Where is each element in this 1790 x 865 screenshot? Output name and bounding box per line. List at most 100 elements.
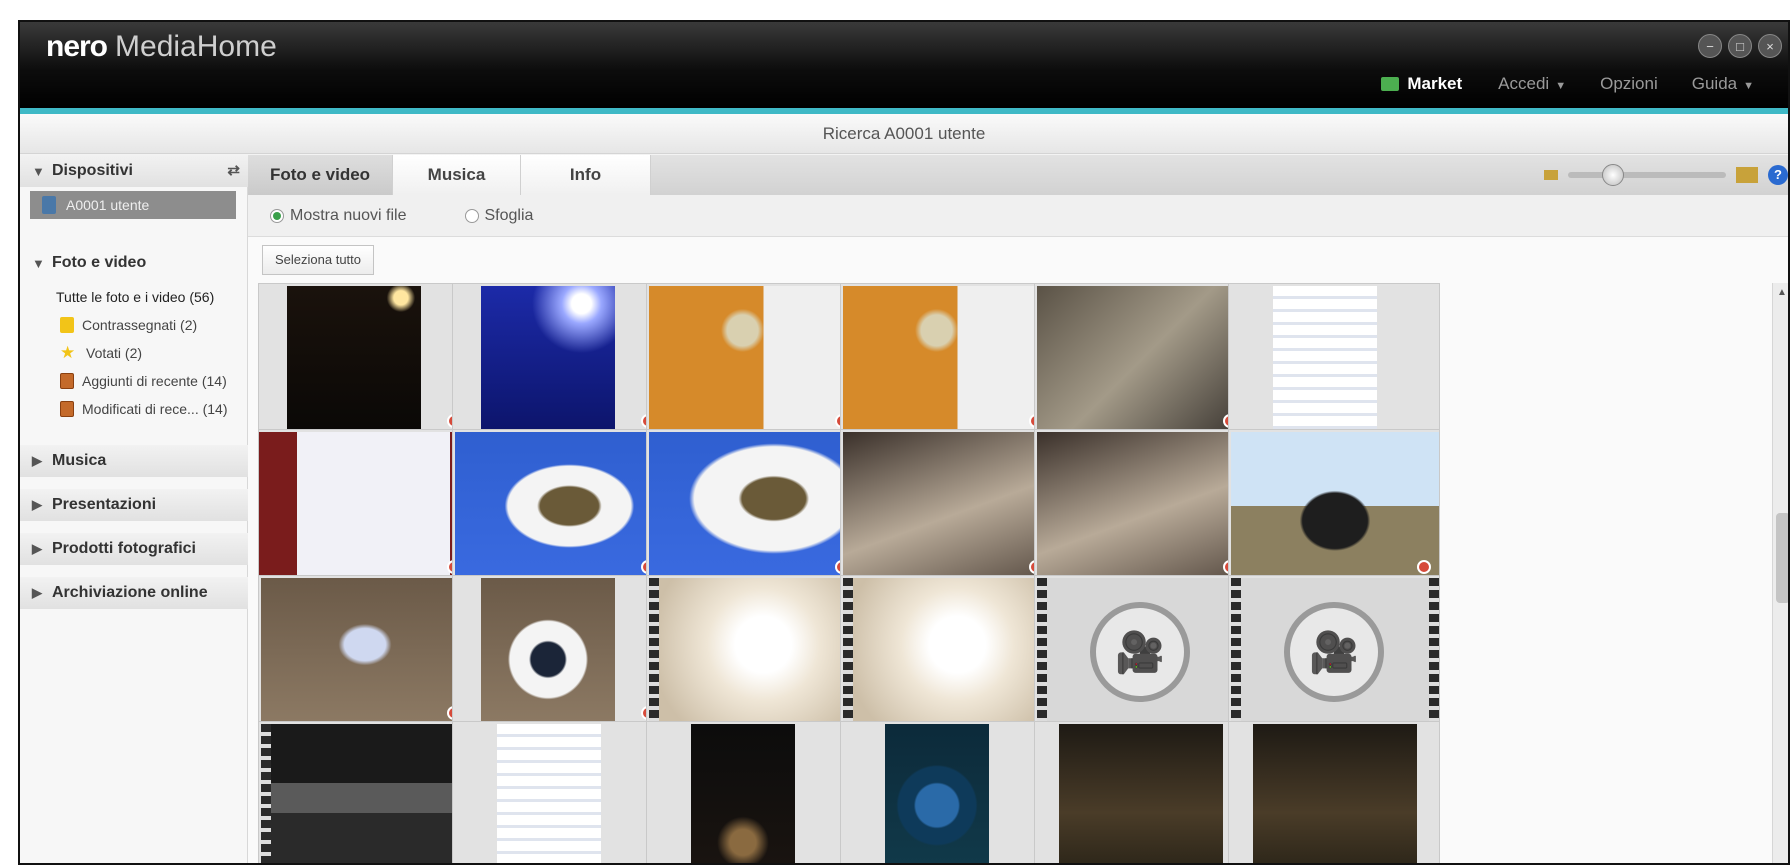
select-all-button[interactable]: Seleziona tutto [262,245,375,275]
photo-thumbnail[interactable] [1228,429,1440,583]
tab-bar: Foto e video Musica Info ? [248,155,1788,195]
caret-down-icon: ▼ [1743,80,1754,92]
sidebar-section-online-storage[interactable]: ▶ Archiviazione online [20,577,248,609]
maximize-button[interactable]: □ [1728,34,1752,58]
scrollbar-thumb[interactable] [1776,513,1788,603]
thumbnail-image [1037,286,1245,434]
photos-list: Tutte le foto e i video (56) Contrassegn… [20,283,248,423]
sidebar-item-label: Contrassegnati (2) [82,317,198,333]
thumbnail-image [1037,432,1245,580]
sidebar-section-label: Foto e video [52,254,147,271]
scroll-up-icon[interactable]: ▲ [1777,287,1787,298]
photo-thumbnail[interactable] [1228,721,1440,863]
radio-browse[interactable] [464,208,479,223]
sidebar-item-rated[interactable]: ★ Votati (2) [20,339,248,367]
tab-photos-videos[interactable]: Foto e video [248,155,393,195]
sidebar-item-all[interactable]: Tutte le foto e i video (56) [20,283,248,311]
radio-browse-label: Sfoglia [484,206,534,224]
sidebar-item-label: Tutte le foto e i video (56) [56,289,215,305]
thumbnail-image [649,286,857,434]
menu-opzioni[interactable]: Opzioni [1600,74,1658,94]
sidebar-item-device[interactable]: A0001 utente [30,191,236,219]
market-icon [1381,77,1400,91]
photo-thumbnail[interactable] [1034,283,1246,437]
sidebar-section-label: Archiviazione online [52,584,208,601]
phone-icon [42,196,56,214]
video-thumbnail[interactable] [646,575,858,729]
photo-thumbnail[interactable] [1034,429,1246,583]
photo-thumbnail[interactable] [452,721,664,863]
photo-thumbnail[interactable] [258,575,470,729]
photo-thumbnail[interactable] [646,429,858,583]
menu-guida[interactable]: Guida ▼ [1692,74,1754,94]
thumbnail-image [649,578,857,726]
photo-thumbnail[interactable] [452,575,664,729]
video-thumbnail[interactable]: 🎥 [1228,575,1440,729]
thumbnail-image [259,432,471,580]
photo-thumbnail[interactable] [1034,721,1246,863]
added-icon [60,373,74,389]
market-button[interactable]: Market [1381,74,1462,94]
sidebar-item-recent-modified[interactable]: Modificati di rece... (14) [20,395,248,423]
minimize-button[interactable]: − [1698,34,1722,58]
photo-thumbnail[interactable] [1228,283,1440,437]
tab-info[interactable]: Info [521,155,651,195]
sidebar-item-label: Aggiunti di recente (14) [82,373,227,389]
zoom-slider[interactable] [1568,164,1726,186]
photo-thumbnail[interactable] [452,429,664,583]
app-window: nero MediaHome − □ × Market Accedi ▼ Opzio… [18,20,1790,865]
sidebar-item-recent-added[interactable]: Aggiunti di recente (14) [20,367,248,395]
radio-show-new-label: Mostra nuovi file [290,206,407,224]
video-thumbnail[interactable]: 🎥 [1034,575,1246,729]
thumbnail-image [843,286,1051,434]
photo-thumbnail[interactable] [452,283,664,437]
sidebar-item-label: Modificati di rece... (14) [82,401,228,417]
market-label: Market [1407,74,1463,93]
photo-thumbnail[interactable] [840,429,1052,583]
sidebar-section-music[interactable]: ▶ Musica [20,445,248,477]
video-camera-icon: 🎥 [1284,602,1384,702]
sidebar-section-presentations[interactable]: ▶ Presentazioni [20,489,248,521]
menu-bar: Market Accedi ▼ Opzioni Guida ▼ [1381,70,1788,98]
sidebar-section-label: Presentazioni [52,496,157,513]
photo-thumbnail[interactable] [258,283,470,437]
thumbnail-image [481,286,615,434]
chevron-right-icon: ▶ [32,497,42,512]
help-icon[interactable]: ? [1768,165,1788,185]
menu-opzioni-label: Opzioni [1600,74,1658,93]
filter-bar: Mostra nuovi file Sfoglia [248,195,1788,237]
video-thumbnail[interactable] [258,721,470,863]
chevron-right-icon: ▶ [32,453,42,468]
zoom-in-icon[interactable] [1736,167,1758,183]
link-icon[interactable]: ⇄ [227,161,240,179]
photo-thumbnail[interactable] [840,283,1052,437]
title-bar: nero MediaHome − □ × Market Accedi ▼ Opzio… [20,22,1788,108]
chevron-right-icon: ▶ [32,541,42,556]
sidebar-section-photos[interactable]: ▼ Foto e video [20,247,248,279]
thumbnail-image [261,578,469,726]
vertical-scrollbar[interactable]: ▲ [1772,283,1788,863]
zoom-slider-knob[interactable] [1602,164,1624,186]
app-name: MediaHome [115,30,277,63]
photo-thumbnail[interactable] [840,721,1052,863]
photo-thumbnail[interactable] [646,283,858,437]
zoom-control: ? [1544,164,1788,186]
radio-show-new[interactable] [270,208,284,223]
sidebar-section-label: Dispositivi [52,162,133,179]
video-thumbnail[interactable] [840,575,1052,729]
menu-accedi[interactable]: Accedi ▼ [1498,74,1566,94]
sidebar: ▼ Dispositivi ⇄ A0001 utente ▼ Foto e vi… [20,155,248,863]
close-button[interactable]: × [1758,34,1782,58]
thumbnail-grid: 🎥 🎥 [258,283,1598,863]
photo-thumbnail[interactable] [258,429,471,583]
thumbnail-image [1253,724,1417,863]
thumbnail-image [261,724,469,863]
sidebar-section-devices[interactable]: ▼ Dispositivi ⇄ [20,155,248,187]
menu-guida-label: Guida [1691,74,1738,93]
sidebar-section-photo-products[interactable]: ▶ Prodotti fotografici [20,533,248,565]
share-badge-icon[interactable] [1417,560,1431,574]
tab-music[interactable]: Musica [393,155,521,195]
photo-thumbnail[interactable] [646,721,858,863]
sidebar-item-flagged[interactable]: Contrassegnati (2) [20,311,248,339]
zoom-out-icon[interactable] [1544,170,1558,180]
